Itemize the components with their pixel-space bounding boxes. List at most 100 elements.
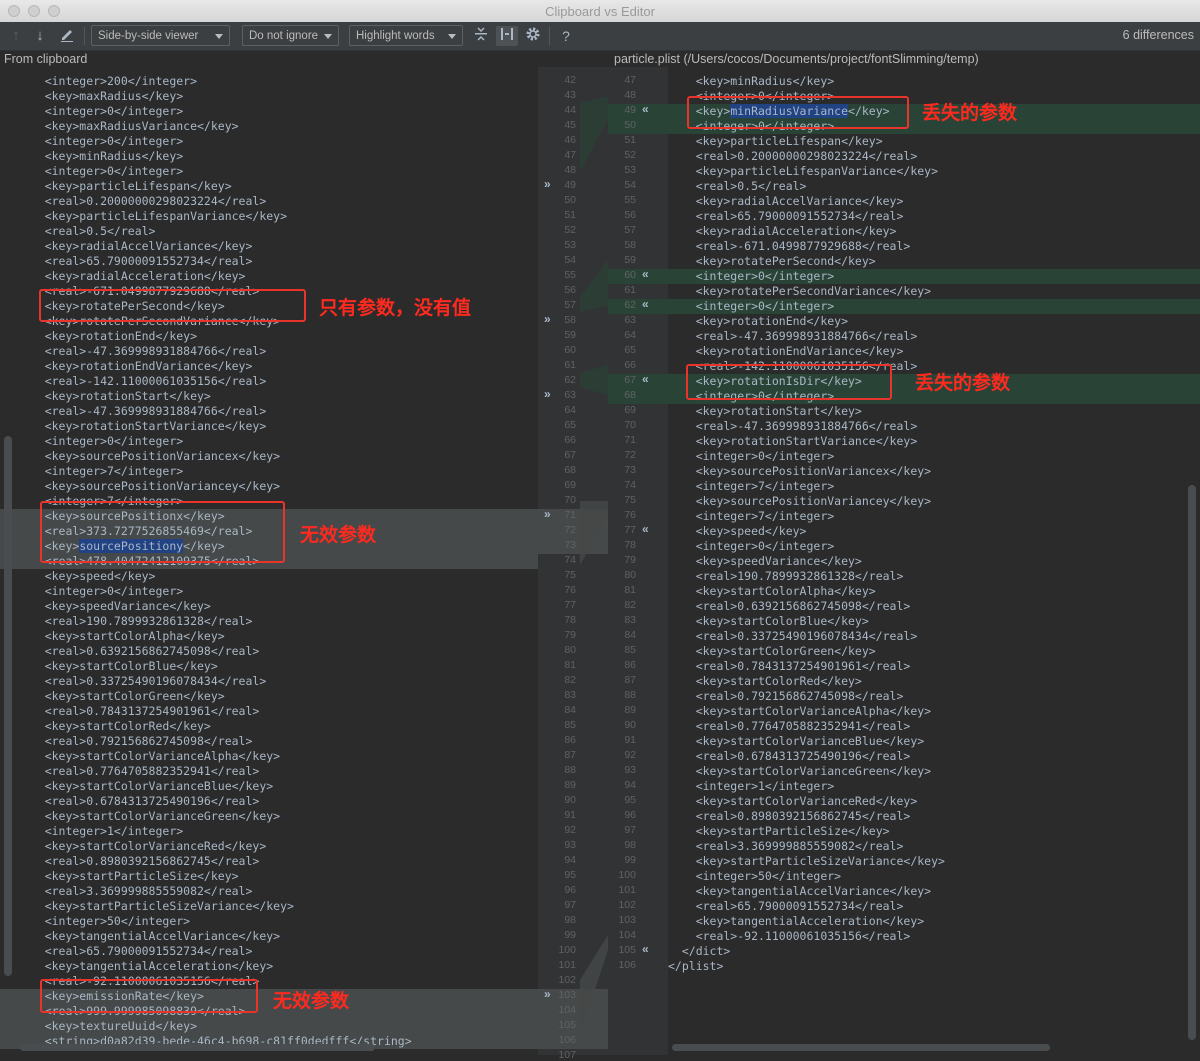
code-line[interactable]: <real>-92.11000061035156</real> (668, 929, 1200, 944)
code-line[interactable]: <real>0.792156862745098</real> (668, 689, 1200, 704)
code-line[interactable]: <key>rotationStart</key> (668, 404, 1200, 419)
code-line[interactable]: <key>startColorBlue</key> (0, 659, 538, 674)
code-line[interactable]: <real>-47.369998931884766</real> (0, 344, 538, 359)
code-line[interactable]: <key>tangentialAcceleration</key> (0, 959, 538, 974)
code-line[interactable]: <key>startColorVarianceAlpha</key> (668, 704, 1200, 719)
help-icon[interactable]: ? (558, 26, 574, 46)
apply-change-right-icon[interactable]: » (544, 312, 551, 326)
apply-change-right-icon[interactable]: » (544, 177, 551, 191)
code-line[interactable]: <key>rotationStartVariance</key> (0, 419, 538, 434)
code-line[interactable]: <key>startParticleSize</key> (0, 869, 538, 884)
code-line[interactable]: <key>sourcePositionVariancex</key> (0, 449, 538, 464)
right-vertical-scrollbar[interactable] (1188, 485, 1196, 1040)
code-line[interactable]: </dict> (668, 944, 1200, 959)
code-line[interactable]: <key>tangentialAccelVariance</key> (668, 884, 1200, 899)
code-line[interactable]: <key>particleLifespanVariance</key> (0, 209, 538, 224)
code-line[interactable]: <integer>0</integer> (668, 539, 1200, 554)
highlight-policy-select[interactable]: Highlight words (349, 25, 463, 46)
code-line[interactable]: <key>radialAcceleration</key> (0, 269, 538, 284)
code-line[interactable]: <key>minRadius</key> (0, 149, 538, 164)
code-line[interactable]: <key>speed</key> (0, 569, 538, 584)
code-line[interactable]: <real>0.8980392156862745</real> (0, 854, 538, 869)
code-line[interactable]: <key>sourcePositionVariancey</key> (0, 479, 538, 494)
code-line[interactable]: <key>startColorAlpha</key> (0, 629, 538, 644)
code-line[interactable]: <key>startColorAlpha</key> (668, 584, 1200, 599)
code-line[interactable]: <real>3.369999885559082</real> (0, 884, 538, 899)
code-line[interactable]: <integer>7</integer> (668, 479, 1200, 494)
code-line[interactable]: <key>radialAccelVariance</key> (668, 194, 1200, 209)
code-line[interactable]: <key>rotatePerSecondVariance</key> (668, 284, 1200, 299)
code-line[interactable]: <key>particleLifespan</key> (0, 179, 538, 194)
code-line[interactable]: <real>65.79000091552734</real> (0, 254, 538, 269)
left-horizontal-scrollbar[interactable] (20, 1044, 375, 1051)
code-line[interactable]: <key>startColorVarianceGreen</key> (668, 764, 1200, 779)
code-line[interactable]: <real>0.20000000298023224</real> (668, 149, 1200, 164)
code-line[interactable]: <real>190.7899932861328</real> (0, 614, 538, 629)
code-line[interactable]: <key>rotationEndVariance</key> (0, 359, 538, 374)
code-line[interactable]: <key>sourcePositionVariancey</key> (668, 494, 1200, 509)
code-line[interactable]: <real>0.792156862745098</real> (0, 734, 538, 749)
previous-difference-icon[interactable]: ↑ (8, 26, 24, 46)
code-line[interactable]: <key>startColorRed</key> (0, 719, 538, 734)
code-line[interactable]: <key>particleLifespanVariance</key> (668, 164, 1200, 179)
code-line[interactable]: <key>startParticleSizeVariance</key> (668, 854, 1200, 869)
code-line[interactable]: <key>speed</key> (668, 524, 1200, 539)
code-line[interactable]: <key>startParticleSizeVariance</key> (0, 899, 538, 914)
code-line[interactable]: <key>startColorVarianceAlpha</key> (0, 749, 538, 764)
code-line[interactable]: <real>0.7764705882352941</real> (668, 719, 1200, 734)
code-line[interactable]: <integer>7</integer> (0, 464, 538, 479)
code-line[interactable]: <key>startColorVarianceRed</key> (0, 839, 538, 854)
sync-scroll-toggle-icon[interactable] (496, 26, 518, 46)
code-line[interactable]: <key>startColorVarianceBlue</key> (0, 779, 538, 794)
code-line[interactable]: <integer>0</integer> (0, 164, 538, 179)
apply-change-left-icon[interactable]: « (642, 297, 649, 311)
code-line[interactable]: <real>3.369999885559082</real> (668, 839, 1200, 854)
gear-icon[interactable] (524, 26, 542, 46)
code-line[interactable]: <key>maxRadius</key> (0, 89, 538, 104)
code-line[interactable]: <key>radialAcceleration</key> (668, 224, 1200, 239)
code-line[interactable]: <integer>0</integer> (668, 269, 1200, 284)
code-line[interactable]: <key>startColorGreen</key> (668, 644, 1200, 659)
code-line[interactable]: <real>-47.369998931884766</real> (668, 329, 1200, 344)
code-line[interactable]: <key>startParticleSize</key> (668, 824, 1200, 839)
code-line[interactable]: <real>0.5</real> (0, 224, 538, 239)
code-line[interactable]: <key>minRadius</key> (668, 74, 1200, 89)
code-line[interactable]: <key>textureUuid</key> (0, 1019, 538, 1034)
code-line[interactable]: <key>startColorGreen</key> (0, 689, 538, 704)
code-line[interactable]: <key>tangentialAccelVariance</key> (0, 929, 538, 944)
code-line[interactable]: <integer>1</integer> (0, 824, 538, 839)
code-line[interactable]: <key>rotationEnd</key> (668, 314, 1200, 329)
apply-change-left-icon[interactable]: « (642, 267, 649, 281)
apply-change-left-icon[interactable]: « (642, 372, 649, 386)
right-editor-pane[interactable]: <key>minRadius</key> <integer>0</integer… (668, 67, 1200, 1055)
right-horizontal-scrollbar[interactable] (672, 1044, 1050, 1051)
code-line[interactable]: <real>65.79000091552734</real> (0, 944, 538, 959)
code-line[interactable]: <real>0.7843137254901961</real> (668, 659, 1200, 674)
code-line[interactable]: <real>65.79000091552734</real> (668, 899, 1200, 914)
apply-change-left-icon[interactable]: « (642, 102, 649, 116)
code-line[interactable]: <key>startColorVarianceRed</key> (668, 794, 1200, 809)
apply-change-left-icon[interactable]: « (642, 942, 649, 956)
code-line[interactable]: <key>rotationEnd</key> (0, 329, 538, 344)
code-line[interactable]: <integer>0</integer> (668, 449, 1200, 464)
code-line[interactable]: <integer>0</integer> (0, 104, 538, 119)
viewer-mode-select[interactable]: Side-by-side viewer (91, 25, 230, 46)
ignore-policy-select[interactable]: Do not ignore (242, 25, 339, 46)
code-line[interactable]: <real>0.8980392156862745</real> (668, 809, 1200, 824)
code-line[interactable]: <real>0.5</real> (668, 179, 1200, 194)
code-line[interactable]: <key>tangentialAcceleration</key> (668, 914, 1200, 929)
code-line[interactable]: <integer>0</integer> (668, 299, 1200, 314)
code-line[interactable]: <real>-671.0499877929688</real> (668, 239, 1200, 254)
code-line[interactable]: <integer>200</integer> (0, 74, 538, 89)
edit-source-icon[interactable] (58, 26, 76, 46)
code-line[interactable]: <real>-142.11000061035156</real> (0, 374, 538, 389)
left-vertical-scrollbar[interactable] (4, 436, 12, 976)
code-line[interactable]: </plist> (668, 959, 1200, 974)
code-line[interactable]: <key>speedVariance</key> (0, 599, 538, 614)
apply-change-right-icon[interactable]: » (544, 507, 551, 521)
code-line[interactable]: <key>radialAccelVariance</key> (0, 239, 538, 254)
code-line[interactable]: <key>startColorVarianceBlue</key> (668, 734, 1200, 749)
code-line[interactable]: <integer>50</integer> (668, 869, 1200, 884)
code-line[interactable]: <key>particleLifespan</key> (668, 134, 1200, 149)
code-line[interactable]: <real>190.7899932861328</real> (668, 569, 1200, 584)
